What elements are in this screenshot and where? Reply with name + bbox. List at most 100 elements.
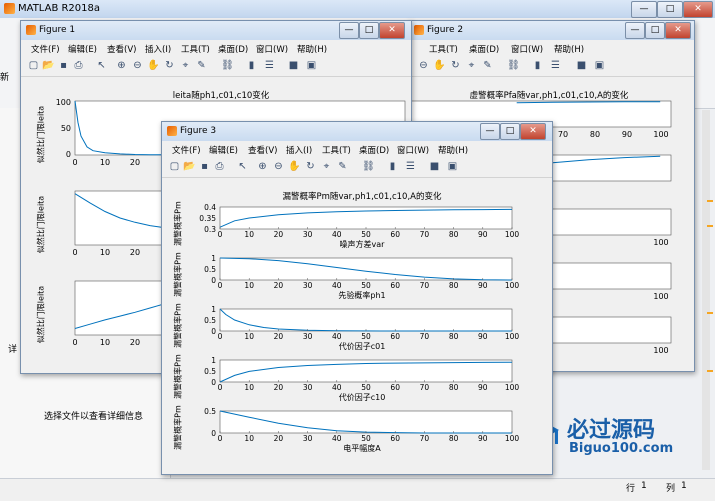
tick-label: 20 <box>130 248 140 257</box>
figure3-menu-desktop[interactable]: 桌面(D) <box>359 144 389 156</box>
show-plot-tools-icon[interactable]: ▣ <box>593 59 606 72</box>
save-icon[interactable]: ▪ <box>57 59 70 72</box>
show-plot-tools-icon[interactable]: ▣ <box>446 160 459 173</box>
link-icon[interactable]: ⛓ <box>221 59 234 72</box>
row-label: 行 <box>626 484 636 494</box>
figure3-menu-window[interactable]: 窗口(W) <box>397 144 429 156</box>
pan-icon[interactable]: ✋ <box>288 160 301 173</box>
figure1-menu-desktop[interactable]: 桌面(D) <box>218 43 248 55</box>
x-tick-label: 90 <box>478 230 488 239</box>
legend-icon[interactable]: ☰ <box>549 59 562 72</box>
figure1-menu-edit[interactable]: 编辑(E) <box>68 43 97 55</box>
row-value: 1 <box>641 481 647 491</box>
brush-icon[interactable]: ✎ <box>336 160 349 173</box>
save-icon[interactable]: ▪ <box>198 160 211 173</box>
figure3-menu-tools[interactable]: 工具(T) <box>322 144 351 156</box>
figure1-menubar: 文件(F) 编辑(E) 查看(V) 插入(I) 工具(T) 桌面(D) 窗口(W… <box>21 40 411 56</box>
maximize-button[interactable]: □ <box>657 1 683 18</box>
hide-plot-tools-icon[interactable]: ■ <box>428 160 441 173</box>
zoom-out-icon[interactable]: ⊖ <box>272 160 285 173</box>
figure2-menu-desktop[interactable]: 窗口(W) <box>511 43 543 55</box>
hide-plot-tools-icon[interactable]: ■ <box>575 59 588 72</box>
figure3-menubar: 文件(F) 编辑(E) 查看(V) 插入(I) 工具(T) 桌面(D) 窗口(W… <box>162 141 552 157</box>
y-tick-label: 1 <box>211 356 216 365</box>
y-tick-label: 0.35 <box>199 214 216 223</box>
figure2-menu-window[interactable]: 帮助(H) <box>554 43 584 55</box>
figure1-menu-insert[interactable]: 插入(I) <box>145 43 171 55</box>
pointer-icon[interactable]: ↖ <box>95 59 108 72</box>
figure1-menu-help[interactable]: 帮助(H) <box>297 43 327 55</box>
figure3-window[interactable]: Figure 3 — □ ✕ 文件(F) 编辑(E) 查看(V) 插入(I) 工… <box>161 121 553 475</box>
legend-icon[interactable]: ☰ <box>404 160 417 173</box>
figure3-maximize-button[interactable]: □ <box>500 123 520 140</box>
pointer-icon[interactable]: ↖ <box>236 160 249 173</box>
figure2-menu-tools[interactable]: 桌面(D) <box>469 43 499 55</box>
figure1-menu-window[interactable]: 窗口(W) <box>256 43 288 55</box>
figure2-maximize-button[interactable]: □ <box>645 22 665 39</box>
figure2-minimize-button[interactable]: — <box>625 22 645 39</box>
brush-icon[interactable]: ✎ <box>195 59 208 72</box>
rotate-icon[interactable]: ↻ <box>304 160 317 173</box>
figure3-menu-edit[interactable]: 编辑(E) <box>209 144 238 156</box>
figure1-menu-file[interactable]: 文件(F) <box>31 43 60 55</box>
brush-icon[interactable]: ✎ <box>481 59 494 72</box>
data-cursor-icon[interactable]: ⌖ <box>320 160 333 173</box>
colorbar-icon[interactable]: ▮ <box>245 59 258 72</box>
figure2-title-bar[interactable]: Figure 2 — □ ✕ <box>409 21 694 40</box>
figure-icon <box>26 25 36 35</box>
figure3-menu-help[interactable]: 帮助(H) <box>438 144 468 156</box>
figure1-maximize-button[interactable]: □ <box>359 22 379 39</box>
rotate-icon[interactable]: ↻ <box>449 59 462 72</box>
figure1-minimize-button[interactable]: — <box>339 22 359 39</box>
data-cursor-icon[interactable]: ⌖ <box>465 59 478 72</box>
legend-icon[interactable]: ☰ <box>263 59 276 72</box>
zoom-out-icon[interactable]: ⊖ <box>131 59 144 72</box>
figure3-title-bar[interactable]: Figure 3 — □ ✕ <box>162 122 552 141</box>
open-file-icon[interactable]: 📂 <box>183 160 196 173</box>
open-file-icon[interactable]: 📂 <box>42 59 55 72</box>
data-cursor-icon[interactable]: ⌖ <box>179 59 192 72</box>
tick-label: 0 <box>72 338 77 347</box>
x-tick-label: 60 <box>390 383 400 392</box>
print-icon[interactable]: ⎙ <box>72 59 85 72</box>
x-tick-label: 50 <box>361 230 371 239</box>
x-tick-label: 90 <box>478 332 488 341</box>
figure3-close-button[interactable]: ✕ <box>520 123 546 140</box>
x-tick-label: 80 <box>449 332 459 341</box>
colorbar-icon[interactable]: ▮ <box>531 59 544 72</box>
rotate-icon[interactable]: ↻ <box>163 59 176 72</box>
x-tick-label: 70 <box>420 230 430 239</box>
print-icon[interactable]: ⎙ <box>213 160 226 173</box>
figure3-axes-2 <box>219 257 513 281</box>
new-figure-icon[interactable]: ▢ <box>27 59 40 72</box>
new-figure-icon[interactable]: ▢ <box>168 160 181 173</box>
minimize-button[interactable]: — <box>631 1 657 18</box>
colorbar-icon[interactable]: ▮ <box>386 160 399 173</box>
figure1-menu-tools[interactable]: 工具(T) <box>181 43 210 55</box>
new-label[interactable]: 新 <box>0 70 9 83</box>
zoom-in-icon[interactable]: ⊕ <box>115 59 128 72</box>
figure3-menu-file[interactable]: 文件(F) <box>172 144 201 156</box>
zoom-out-icon[interactable]: ⊖ <box>417 59 430 72</box>
figure1-close-button[interactable]: ✕ <box>379 22 405 39</box>
pan-icon[interactable]: ✋ <box>433 59 446 72</box>
hide-plot-tools-icon[interactable]: ■ <box>287 59 300 72</box>
link-icon[interactable]: ⛓ <box>362 160 375 173</box>
figure3-menu-insert[interactable]: 插入(I) <box>286 144 312 156</box>
figure3-menu-view[interactable]: 查看(V) <box>248 144 277 156</box>
figure2-close-button[interactable]: ✕ <box>665 22 691 39</box>
zoom-in-icon[interactable]: ⊕ <box>256 160 269 173</box>
figure1-title-bar[interactable]: Figure 1 — □ ✕ <box>21 21 411 40</box>
x-tick-label: 30 <box>303 332 313 341</box>
figure3-minimize-button[interactable]: — <box>480 123 500 140</box>
figure2-menu-insert[interactable]: 工具(T) <box>429 43 458 55</box>
link-icon[interactable]: ⛓ <box>507 59 520 72</box>
tick-label: 0 <box>72 248 77 257</box>
figure1-menu-view[interactable]: 查看(V) <box>107 43 136 55</box>
pan-icon[interactable]: ✋ <box>147 59 160 72</box>
x-tick-label: 60 <box>390 281 400 290</box>
x-tick-label: 10 <box>244 230 254 239</box>
close-button[interactable]: ✕ <box>683 1 713 18</box>
tick-label: 20 <box>130 338 140 347</box>
show-plot-tools-icon[interactable]: ▣ <box>305 59 318 72</box>
